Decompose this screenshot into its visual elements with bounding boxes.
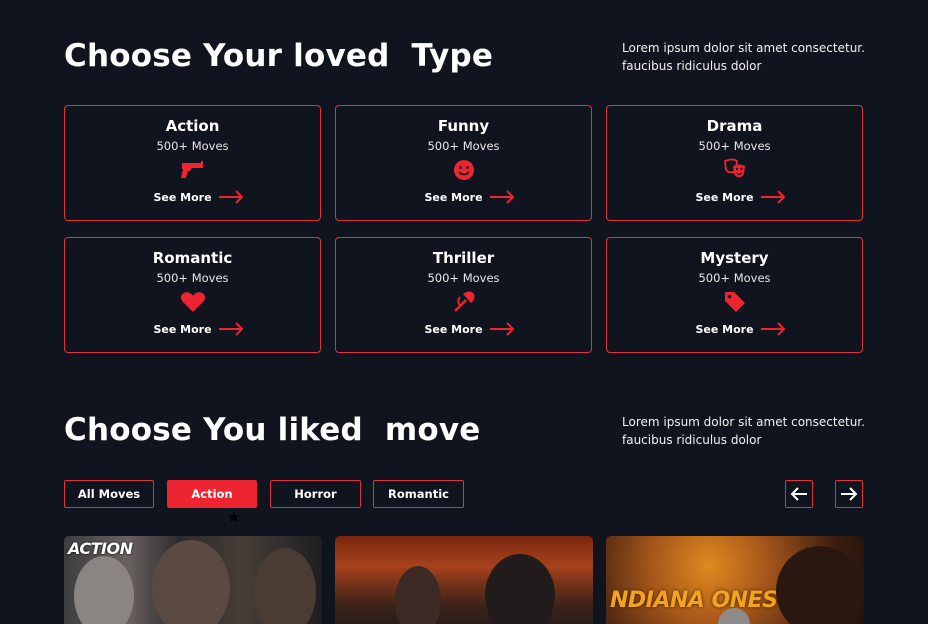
category-title: Action	[165, 117, 220, 135]
arrow-left-icon	[790, 487, 807, 501]
movie-poster[interactable]: ACTION	[64, 536, 322, 624]
see-more-link[interactable]: See More	[607, 322, 862, 336]
category-card-romantic[interactable]: Romantic 500+ Moves See More	[64, 237, 321, 353]
category-title: Mystery	[700, 249, 769, 267]
types-section-description: Lorem ipsum dolor sit amet consectetur. …	[622, 41, 865, 73]
category-title: Romantic	[152, 249, 233, 267]
see-more-link[interactable]: See More	[336, 190, 591, 204]
movie-poster[interactable]: NDIANA ONES	[606, 536, 864, 624]
filter-all-moves[interactable]: All Moves	[64, 480, 154, 508]
filter-romantic[interactable]: Romantic	[373, 480, 464, 508]
see-more-label: See More	[424, 190, 483, 204]
poster-figure	[74, 556, 134, 624]
category-count: 500+ Moves	[427, 139, 500, 153]
arrow-right-icon	[489, 322, 514, 336]
category-card-funny[interactable]: Funny 500+ Moves See More	[335, 105, 592, 221]
poster-figure	[152, 540, 230, 624]
see-more-label: See More	[424, 322, 483, 336]
arrow-right-icon	[218, 190, 243, 204]
category-card-mystery[interactable]: Mystery 500+ Moves See More	[606, 237, 863, 353]
carousel-prev-button[interactable]	[785, 480, 813, 508]
moves-section-description: Lorem ipsum dolor sit amet consectetur. …	[622, 415, 865, 447]
poster-figure	[776, 546, 864, 624]
category-count: 500+ Moves	[156, 271, 229, 285]
see-more-label: See More	[695, 190, 754, 204]
category-count: 500+ Moves	[698, 139, 771, 153]
category-grid: Action 500+ Moves See More Funny 500+ Mo…	[64, 105, 864, 353]
category-title: Funny	[437, 117, 490, 135]
poster-title: NDIANA ONES	[610, 588, 778, 613]
axe-icon	[451, 290, 477, 314]
gun-icon	[180, 158, 206, 182]
poster-figure	[485, 554, 555, 624]
poster-figure	[395, 566, 441, 624]
see-more-link[interactable]: See More	[65, 322, 320, 336]
category-title: Thriller	[432, 249, 495, 267]
heart-icon	[180, 290, 206, 314]
see-more-link[interactable]: See More	[607, 190, 862, 204]
category-count: 500+ Moves	[698, 271, 771, 285]
filter-horror[interactable]: Horror	[270, 480, 361, 508]
category-count: 500+ Moves	[427, 271, 500, 285]
active-star-icon	[228, 511, 240, 522]
category-card-drama[interactable]: Drama 500+ Moves See More	[606, 105, 863, 221]
category-card-thriller[interactable]: Thriller 500+ Moves See More	[335, 237, 592, 353]
types-section-title: Choose Your loved Type	[64, 38, 494, 74]
carousel-next-button[interactable]	[835, 480, 863, 508]
see-more-link[interactable]: See More	[65, 190, 320, 204]
category-count: 500+ Moves	[156, 139, 229, 153]
see-more-label: See More	[695, 322, 754, 336]
arrow-right-icon	[760, 190, 785, 204]
theater-masks-icon	[722, 158, 748, 182]
arrow-right-icon	[489, 190, 514, 204]
smiley-face-icon	[451, 158, 477, 182]
category-title: Drama	[706, 117, 763, 135]
filter-action[interactable]: Action	[167, 480, 257, 508]
arrow-right-icon	[841, 487, 858, 501]
movie-poster[interactable]	[335, 536, 593, 624]
see-more-link[interactable]: See More	[336, 322, 591, 336]
moves-section-title: Choose You liked move	[64, 412, 481, 448]
see-more-label: See More	[153, 190, 212, 204]
category-card-action[interactable]: Action 500+ Moves See More	[64, 105, 321, 221]
poster-figure	[254, 548, 316, 624]
tag-icon	[722, 290, 748, 314]
see-more-label: See More	[153, 322, 212, 336]
arrow-right-icon	[218, 322, 243, 336]
arrow-right-icon	[760, 322, 785, 336]
poster-title: ACTION	[68, 539, 133, 558]
